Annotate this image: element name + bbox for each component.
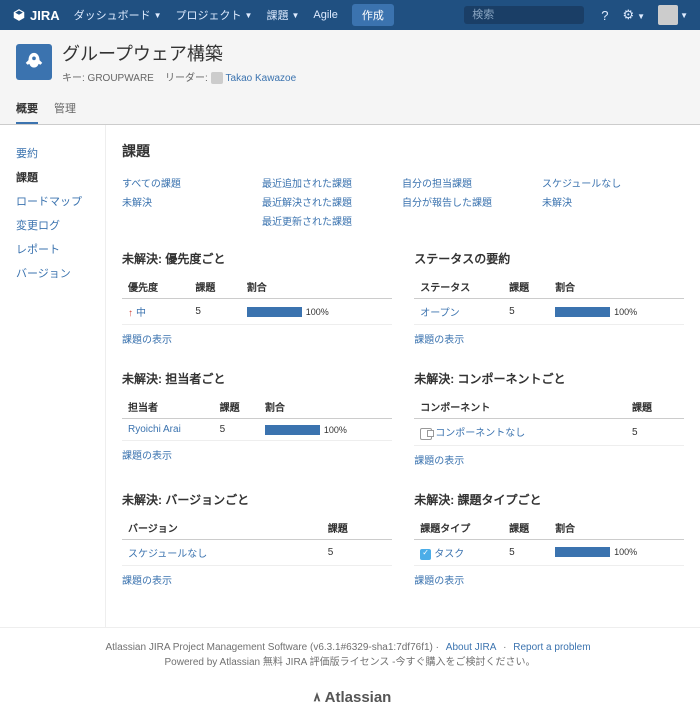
page-title: 課題 <box>122 141 684 161</box>
table-row: Ryoichi Arai5100% <box>122 419 392 441</box>
sidebar-item-versions[interactable]: バージョン <box>16 261 105 285</box>
filter-all-issues[interactable]: すべての課題 <box>122 173 262 192</box>
about-link[interactable]: About JIRA <box>446 642 497 653</box>
main-content: 課題 すべての課題 未解決 最近追加された課題 最近解決された課題 最近更新され… <box>105 125 700 626</box>
leader-link[interactable]: Takao Kawazoe <box>226 73 297 84</box>
sidebar-item-reports[interactable]: レポート <box>16 237 105 261</box>
help-icon[interactable]: ? <box>601 8 608 23</box>
filter-unresolved2[interactable]: 未解決 <box>542 192 682 211</box>
project-tabs: 概要 管理 <box>0 94 700 125</box>
filter-my-reported[interactable]: 自分が報告した課題 <box>402 192 542 211</box>
table-row: ↑中5100% <box>122 299 392 325</box>
filter-recently-resolved[interactable]: 最近解決された課題 <box>262 192 402 211</box>
chevron-down-icon: ▼ <box>680 11 688 20</box>
nav-agile[interactable]: Agile <box>313 9 337 21</box>
panel-version: 未解決: バージョンごと バージョン課題 スケジュールなし5 課題の表示 <box>122 491 392 587</box>
jira-logo[interactable]: JIRA <box>12 8 60 23</box>
table-row: コンポーネントなし5 <box>414 419 684 445</box>
panel-priority: 未解決: 優先度ごと 優先度課題割合 ↑中5100% 課題の表示 <box>122 250 392 346</box>
show-issues-link[interactable]: 課題の表示 <box>122 331 392 346</box>
filter-recently-added[interactable]: 最近追加された課題 <box>262 173 402 192</box>
sidebar-item-issues[interactable]: 課題 <box>16 165 105 189</box>
rocket-icon <box>23 51 45 73</box>
filter-recently-updated[interactable]: 最近更新された課題 <box>262 211 402 230</box>
show-issues-link[interactable]: 課題の表示 <box>414 572 684 587</box>
show-issues-link[interactable]: 課題の表示 <box>414 452 684 467</box>
table-row: オープン5100% <box>414 299 684 325</box>
nav-dashboard[interactable]: ダッシュボード▼ <box>74 7 162 23</box>
report-problem-link[interactable]: Report a problem <box>513 642 590 653</box>
panel-status: ステータスの要約 ステータス課題割合 オープン5100% 課題の表示 <box>414 250 684 346</box>
panel-assignee: 未解決: 担当者ごと 担当者課題割合 Ryoichi Arai5100% 課題の… <box>122 370 392 466</box>
atlassian-icon <box>309 688 325 704</box>
avatar[interactable] <box>658 5 678 25</box>
filter-unresolved[interactable]: 未解決 <box>122 192 262 211</box>
chevron-down-icon: ▼ <box>154 11 162 20</box>
project-icon <box>16 44 52 80</box>
nav-issues[interactable]: 課題▼ <box>266 7 299 23</box>
brand-text: JIRA <box>30 8 60 23</box>
sidebar-item-changelog[interactable]: 変更ログ <box>16 213 105 237</box>
filter-my-assigned[interactable]: 自分の担当課題 <box>402 173 542 192</box>
show-issues-link[interactable]: 課題の表示 <box>414 331 684 346</box>
filter-unscheduled[interactable]: スケジュールなし <box>542 173 682 192</box>
chevron-down-icon: ▼ <box>291 11 299 20</box>
show-issues-link[interactable]: 課題の表示 <box>122 572 392 587</box>
top-navigation: JIRA ダッシュボード▼ プロジェクト▼ 課題▼ Agile 作成 ? ⚙▼ … <box>0 0 700 30</box>
chevron-down-icon: ▼ <box>245 11 253 20</box>
sidebar-item-roadmap[interactable]: ロードマップ <box>16 189 105 213</box>
gear-icon[interactable]: ⚙▼ <box>623 7 646 23</box>
user-icon <box>211 72 223 84</box>
show-issues-link[interactable]: 課題の表示 <box>122 447 392 462</box>
task-icon <box>420 549 431 560</box>
project-title: グループウェア構築 <box>62 40 296 66</box>
jira-icon <box>12 8 26 22</box>
project-header: グループウェア構築 キー: GROUPWARE リーダー: Takao Kawa… <box>0 30 700 95</box>
component-icon <box>420 428 432 440</box>
panel-component: 未解決: コンポーネントごと コンポーネント課題 コンポーネントなし5 課題の表… <box>414 370 684 466</box>
tab-summary[interactable]: 概要 <box>16 94 38 124</box>
atlassian-logo: Atlassian <box>0 682 700 724</box>
project-meta: キー: GROUPWARE リーダー: Takao Kawazoe <box>62 69 296 84</box>
table-row: スケジュールなし5 <box>122 539 392 565</box>
sidebar-item-summary[interactable]: 要約 <box>16 141 105 165</box>
nav-projects[interactable]: プロジェクト▼ <box>176 7 253 23</box>
tab-admin[interactable]: 管理 <box>54 94 76 124</box>
search-input[interactable] <box>464 6 584 24</box>
sidebar: 要約 課題 ロードマップ 変更ログ レポート バージョン <box>0 125 105 626</box>
footer: Atlassian JIRA Project Management Softwa… <box>0 627 700 682</box>
priority-medium-icon: ↑ <box>128 308 133 319</box>
table-row: タスク5100% <box>414 539 684 565</box>
panel-issuetype: 未解決: 課題タイプごと 課題タイプ課題割合 タスク5100% 課題の表示 <box>414 491 684 587</box>
create-button[interactable]: 作成 <box>352 4 394 26</box>
filter-links: すべての課題 未解決 最近追加された課題 最近解決された課題 最近更新された課題… <box>122 173 684 230</box>
